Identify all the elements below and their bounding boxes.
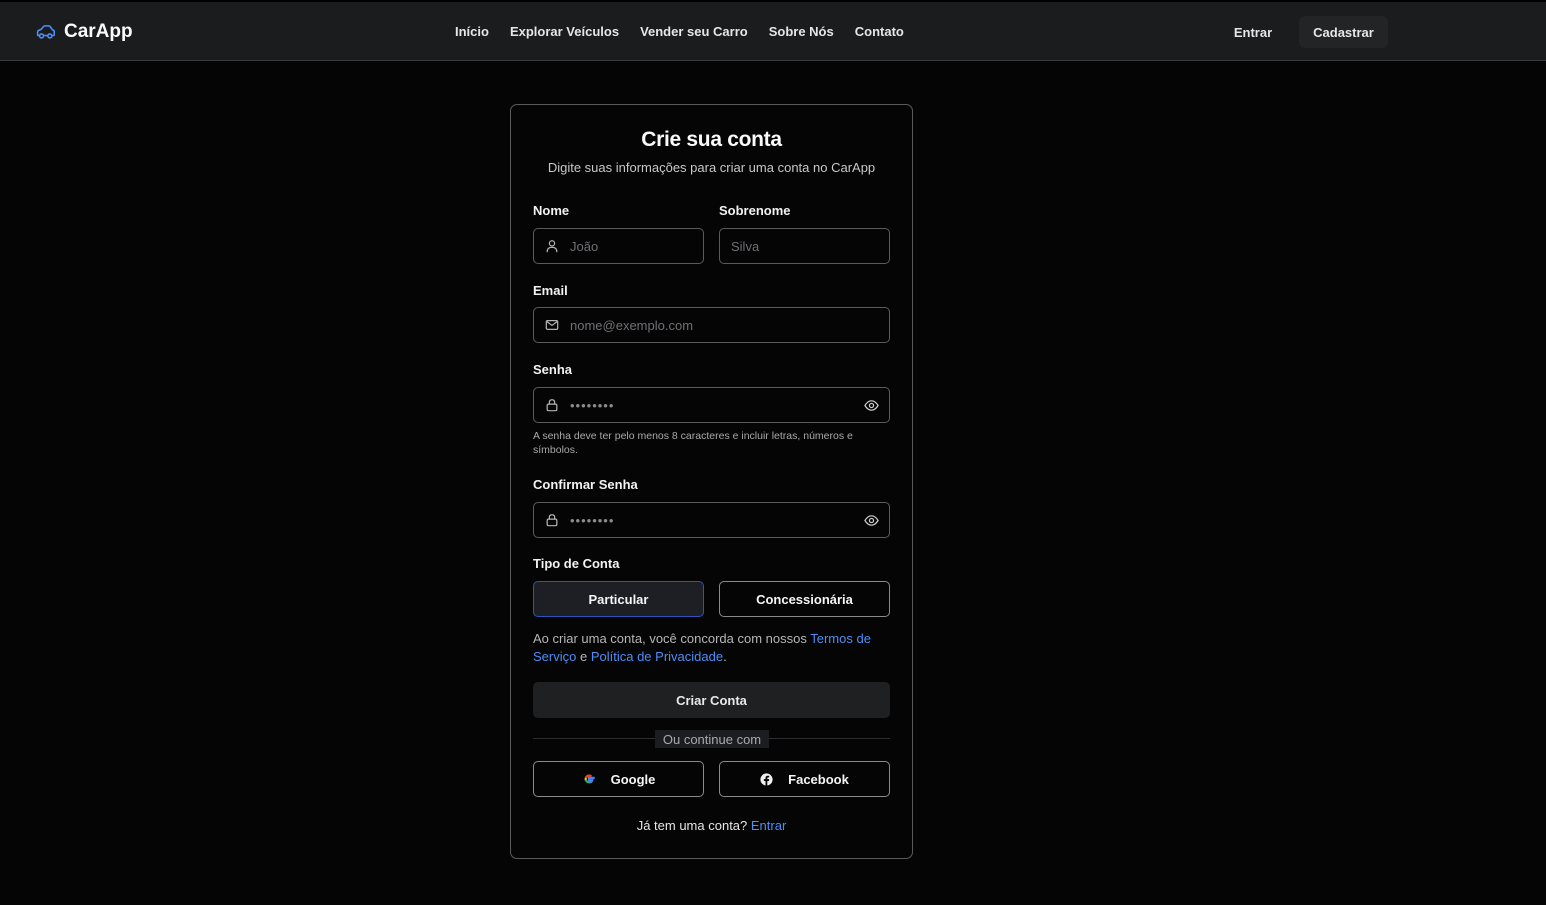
lock-icon xyxy=(546,399,558,412)
eye-icon[interactable] xyxy=(864,513,879,528)
account-type-particular[interactable]: Particular xyxy=(533,581,704,617)
password-hint: A senha deve ter pelo menos 8 caracteres… xyxy=(533,430,853,456)
first-name-input[interactable]: João xyxy=(533,228,704,264)
form-subtitle: Digite suas informações para criar uma c… xyxy=(547,160,876,175)
facebook-label: Facebook xyxy=(788,771,849,787)
signup-card: Crie sua conta Digite suas informações p… xyxy=(510,104,913,859)
account-type-concessionaria[interactable]: Concessionária xyxy=(719,581,890,617)
password-masked-value: •••••••• xyxy=(570,397,615,413)
facebook-login-button[interactable]: Facebook xyxy=(719,761,890,797)
terms-middle: e xyxy=(576,649,591,664)
main-nav: Início Explorar Veículos Vender seu Carr… xyxy=(455,2,904,61)
google-label: Google xyxy=(610,771,656,787)
confirm-password-input[interactable]: •••••••• xyxy=(533,502,890,538)
form-title: Crie sua conta xyxy=(641,128,782,151)
signup-button[interactable]: Cadastrar xyxy=(1299,16,1388,48)
car-icon xyxy=(36,25,56,39)
brand-name: CarApp xyxy=(64,21,133,42)
first-name-label: Nome xyxy=(533,203,570,218)
login-link[interactable]: Entrar xyxy=(751,818,786,833)
email-input[interactable]: nome@exemplo.com xyxy=(533,307,890,343)
terms-suffix: . xyxy=(723,649,727,664)
nav-link-inicio[interactable]: Início xyxy=(455,24,489,39)
brand-logo[interactable]: CarApp xyxy=(35,19,133,45)
account-type-label: Tipo de Conta xyxy=(533,556,620,571)
google-icon xyxy=(584,774,595,784)
nav-link-explorar[interactable]: Explorar Veículos xyxy=(510,24,619,39)
password-input[interactable]: •••••••• xyxy=(533,387,890,423)
nav-link-sobre[interactable]: Sobre Nós xyxy=(769,24,834,39)
user-icon xyxy=(546,240,558,253)
email-placeholder: nome@exemplo.com xyxy=(570,317,694,333)
mail-icon xyxy=(545,320,559,330)
divider-text: Ou continue com xyxy=(655,730,769,748)
last-name-label: Sobrenome xyxy=(719,203,791,218)
terms-prefix: Ao criar uma conta, você concorda com no… xyxy=(533,631,811,646)
login-prompt-text: Já tem uma conta? xyxy=(636,818,748,833)
lock-icon xyxy=(546,514,558,527)
create-account-button[interactable]: Criar Conta xyxy=(533,682,890,718)
confirm-password-masked-value: •••••••• xyxy=(570,512,615,528)
last-name-placeholder: Silva xyxy=(731,238,760,254)
confirm-password-label: Confirmar Senha xyxy=(533,477,638,492)
google-login-button[interactable]: Google xyxy=(533,761,704,797)
terms-text: Ao criar uma conta, você concorda com no… xyxy=(533,630,895,666)
email-label: Email xyxy=(533,283,568,298)
last-name-input[interactable]: Silva xyxy=(719,228,890,264)
nav-link-vender[interactable]: Vender seu Carro xyxy=(640,24,748,39)
login-prompt: Já tem uma conta? Entrar xyxy=(511,818,912,833)
login-button[interactable]: Entrar xyxy=(1222,16,1284,48)
eye-icon[interactable] xyxy=(864,398,879,413)
first-name-placeholder: João xyxy=(570,238,599,254)
password-label: Senha xyxy=(533,362,573,377)
privacy-policy-link[interactable]: Política de Privacidade xyxy=(591,649,723,664)
top-navbar: CarApp Início Explorar Veículos Vender s… xyxy=(0,0,1546,61)
facebook-icon xyxy=(760,772,773,786)
nav-link-contato[interactable]: Contato xyxy=(855,24,904,39)
